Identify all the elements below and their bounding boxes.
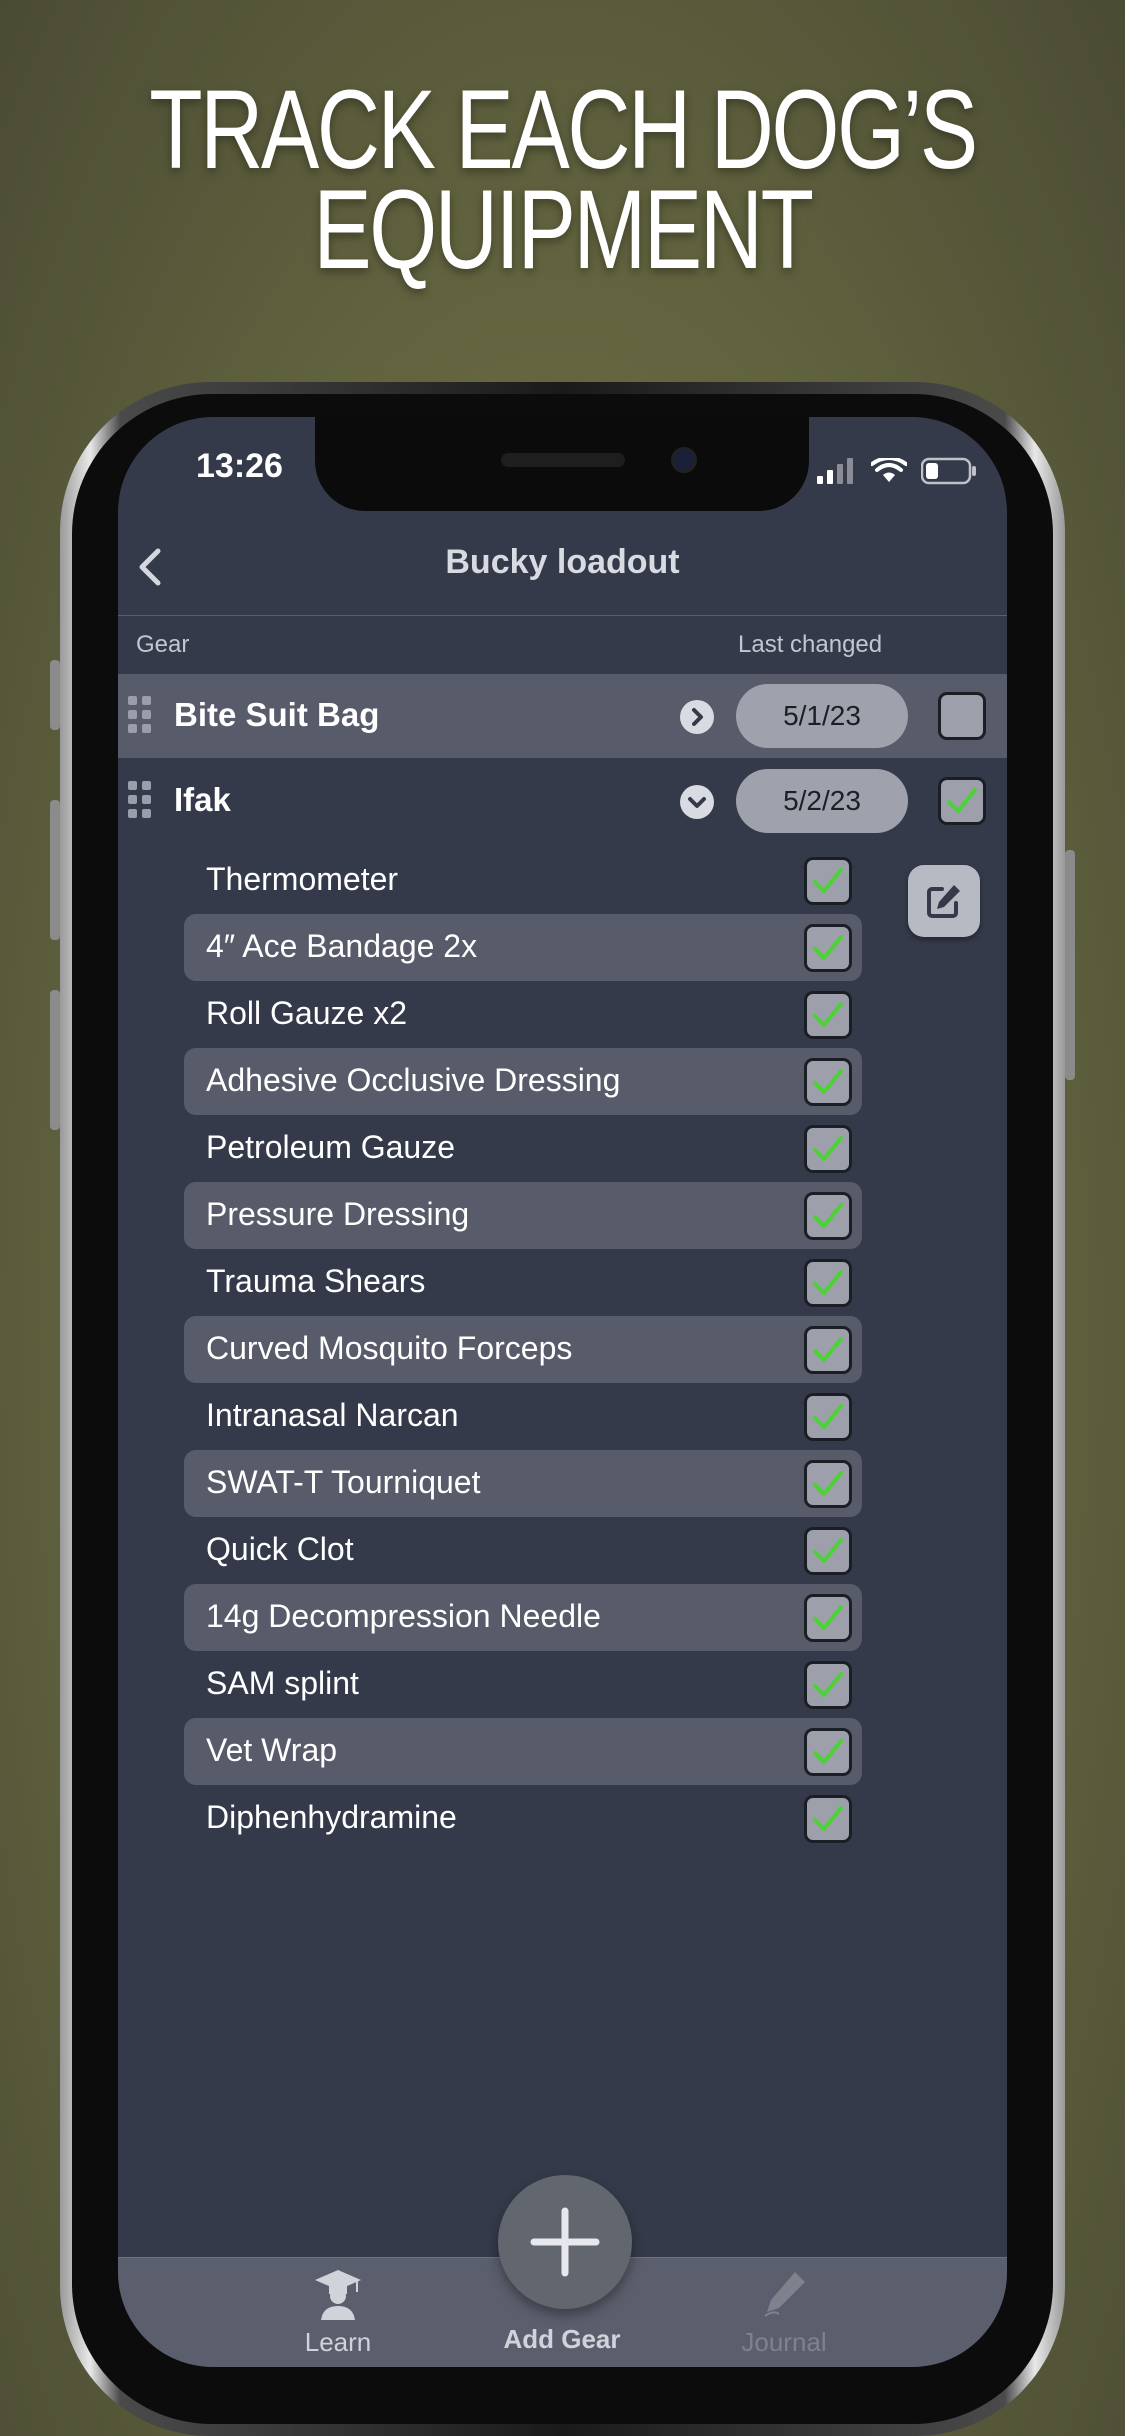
list-item[interactable]: Pressure Dressing xyxy=(184,1182,862,1249)
list-item[interactable]: Intranasal Narcan xyxy=(184,1383,852,1450)
group-checkbox[interactable] xyxy=(938,692,986,740)
checkmark-icon xyxy=(813,1739,843,1764)
volume-down-button xyxy=(50,990,60,1130)
status-icons xyxy=(817,457,977,485)
list-item[interactable]: Roll Gauze x2 xyxy=(184,981,852,1048)
list-item[interactable]: 14g Decompression Needle xyxy=(184,1584,862,1651)
item-checkbox[interactable] xyxy=(804,991,852,1039)
checkmark-icon xyxy=(813,1203,843,1228)
checkmark-icon xyxy=(813,1404,843,1429)
checkmark-icon xyxy=(813,1806,843,1831)
date-pill[interactable]: 5/1/23 xyxy=(736,684,908,748)
pen-icon xyxy=(764,2272,805,2317)
tab-learn[interactable]: Learn xyxy=(248,2266,428,2358)
phone-screen: 13:26 Bucky loadout Gear Last changed Bi… xyxy=(118,417,1007,2367)
list-item[interactable]: SAM splint xyxy=(184,1651,852,1718)
wifi-icon xyxy=(871,458,907,482)
notch xyxy=(315,417,809,511)
tab-journal[interactable]: Journal xyxy=(694,2266,874,2358)
checkmark-icon xyxy=(813,935,843,960)
tab-add-gear[interactable]: Add Gear xyxy=(472,2324,652,2355)
item-checkbox[interactable] xyxy=(804,1393,852,1441)
item-checkbox[interactable] xyxy=(804,857,852,905)
checkmark-icon xyxy=(947,788,977,813)
checkmark-icon xyxy=(813,1270,843,1295)
tab-learn-label: Learn xyxy=(304,2327,372,2357)
battery-icon xyxy=(921,457,976,485)
signal-icon xyxy=(817,458,853,484)
item-checkbox[interactable] xyxy=(804,1460,852,1508)
item-checkbox[interactable] xyxy=(804,1795,852,1843)
checkmark-icon xyxy=(813,1605,843,1630)
item-list: Thermometer 4″ Ace Bandage 2x Roll Gauze… xyxy=(184,847,862,1852)
checkmark-icon xyxy=(813,1002,843,1027)
status-time: 13:26 xyxy=(196,447,283,485)
group-checkbox[interactable] xyxy=(938,777,986,825)
checkmark-icon xyxy=(813,868,843,893)
item-checkbox[interactable] xyxy=(804,1125,852,1173)
edit-button[interactable] xyxy=(908,865,980,937)
item-checkbox[interactable] xyxy=(804,1594,852,1642)
checkmark-icon xyxy=(813,1136,843,1161)
checkmark-icon xyxy=(813,1672,843,1697)
checkmark-icon xyxy=(813,1337,843,1362)
list-item[interactable]: 4″ Ace Bandage 2x xyxy=(184,914,862,981)
list-item[interactable]: Curved Mosquito Forceps xyxy=(184,1316,862,1383)
speaker xyxy=(501,453,625,467)
list-item[interactable]: Trauma Shears xyxy=(184,1249,852,1316)
group-name: Bite Suit Bag xyxy=(174,696,380,733)
checkmark-icon xyxy=(813,1069,843,1094)
nav-bar: Bucky loadout xyxy=(118,517,1007,616)
item-checkbox[interactable] xyxy=(804,1661,852,1709)
list-item[interactable]: Petroleum Gauze xyxy=(184,1115,852,1182)
headline-line-1: TRACK EACH DOG’S xyxy=(149,67,978,192)
drag-handle-icon[interactable] xyxy=(128,781,154,821)
item-checkbox[interactable] xyxy=(804,1058,852,1106)
item-checkbox[interactable] xyxy=(804,1192,852,1240)
list-item[interactable]: Diphenhydramine xyxy=(184,1785,852,1852)
item-checkbox[interactable] xyxy=(804,924,852,972)
graduate-icon xyxy=(315,2270,361,2320)
chevron-right-icon[interactable] xyxy=(680,700,714,734)
plus-icon xyxy=(530,2207,600,2277)
list-item[interactable]: Vet Wrap xyxy=(184,1718,862,1785)
list-item[interactable]: SWAT-T Tourniquet xyxy=(184,1450,862,1517)
chevron-down-icon[interactable] xyxy=(680,785,714,819)
checkmark-icon xyxy=(813,1471,843,1496)
page-title: Bucky loadout xyxy=(445,543,680,581)
tab-add-gear-label: Add Gear xyxy=(503,2324,621,2354)
power-button xyxy=(1065,850,1075,1080)
item-checkbox[interactable] xyxy=(804,1326,852,1374)
headline: TRACK EACH DOG’S EQUIPMENT xyxy=(124,67,1002,292)
checkmark-icon xyxy=(813,1538,843,1563)
headline-line-2: EQUIPMENT xyxy=(313,167,814,292)
item-checkbox[interactable] xyxy=(804,1728,852,1776)
mute-switch xyxy=(50,660,60,730)
list-item[interactable]: Adhesive Occlusive Dressing xyxy=(184,1048,862,1115)
gear-group-ifak[interactable]: Ifak 5/2/23 xyxy=(118,759,1007,843)
add-gear-button[interactable] xyxy=(498,2175,632,2309)
camera-icon xyxy=(671,447,697,473)
column-last-changed: Last changed xyxy=(738,631,883,658)
item-checkbox[interactable] xyxy=(804,1259,852,1307)
group-name: Ifak xyxy=(174,781,231,818)
volume-up-button xyxy=(50,800,60,940)
edit-icon xyxy=(927,885,960,918)
column-header: Gear Last changed xyxy=(118,617,1007,673)
tab-journal-label: Journal xyxy=(741,2327,827,2357)
item-checkbox[interactable] xyxy=(804,1527,852,1575)
date-pill[interactable]: 5/2/23 xyxy=(736,769,908,833)
list-item[interactable]: Quick Clot xyxy=(184,1517,852,1584)
list-item[interactable]: Thermometer xyxy=(184,847,852,914)
gear-group-bite-suit-bag[interactable]: Bite Suit Bag 5/1/23 xyxy=(118,674,1007,758)
drag-handle-icon[interactable] xyxy=(128,696,154,736)
column-gear: Gear xyxy=(136,631,190,658)
